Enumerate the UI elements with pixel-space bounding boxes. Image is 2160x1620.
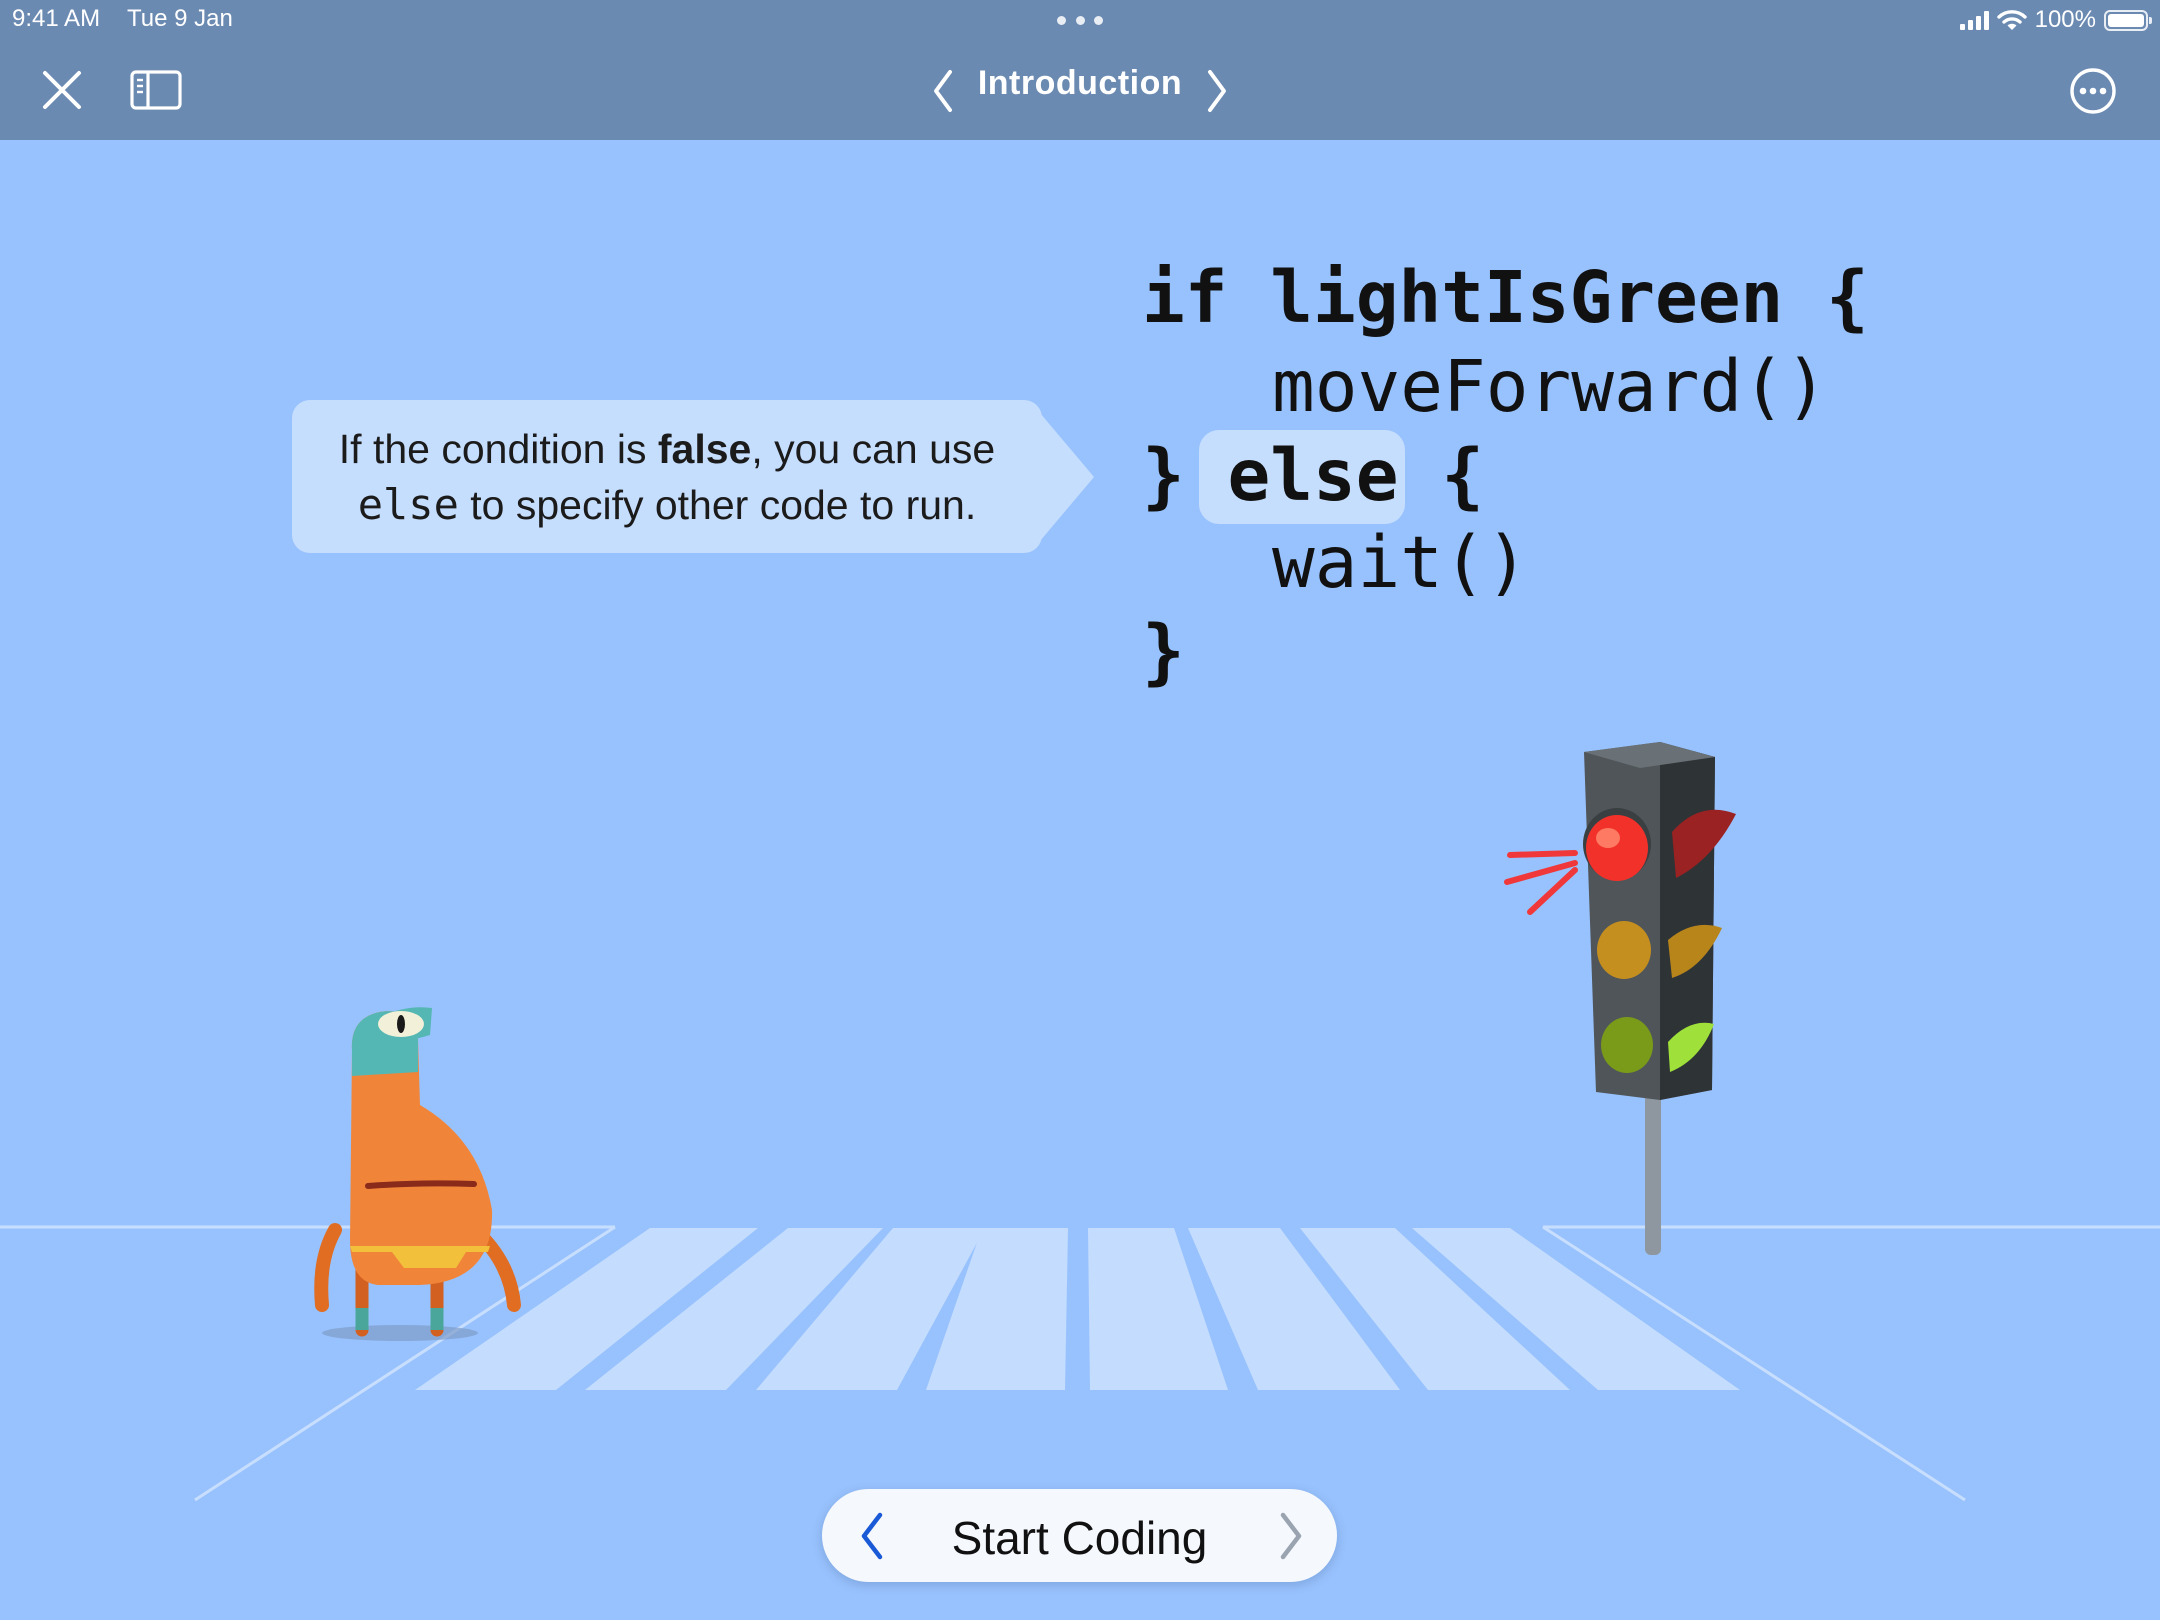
chevron-left-icon (861, 1512, 883, 1560)
character-byte (314, 1007, 521, 1341)
explanation-callout: If the condition is false, you can use e… (292, 400, 1042, 553)
chevron-right-icon (1280, 1512, 1302, 1560)
crosswalk (415, 1228, 1740, 1390)
callout-text-2: , you can use (751, 426, 996, 472)
previous-page-button[interactable] (852, 1509, 892, 1563)
red-light (1586, 815, 1648, 881)
traffic-light (1504, 742, 1736, 1255)
callout-text-1: If the condition is (338, 426, 658, 472)
code-line-4: wait() (1272, 521, 1529, 604)
start-coding-bar: Start Coding (822, 1489, 1337, 1582)
code-line-3: } else { (1142, 434, 1484, 517)
green-light (1601, 1017, 1653, 1073)
street-scene (0, 742, 2160, 1502)
code-line-1: if lightIsGreen { (1142, 256, 1869, 339)
start-coding-button[interactable]: Start Coding (902, 1511, 1257, 1565)
next-page-button[interactable] (1271, 1509, 1311, 1563)
callout-code-else: else (357, 480, 459, 529)
amber-light (1597, 921, 1651, 979)
callout-pointer (1040, 413, 1094, 541)
code-line-2: moveForward() (1272, 345, 1828, 428)
callout-text-3: to specify other code to run. (458, 482, 977, 528)
code-line-5: } (1142, 610, 1185, 693)
callout-bold-false: false (657, 426, 752, 472)
glow-lines (1504, 850, 1578, 915)
